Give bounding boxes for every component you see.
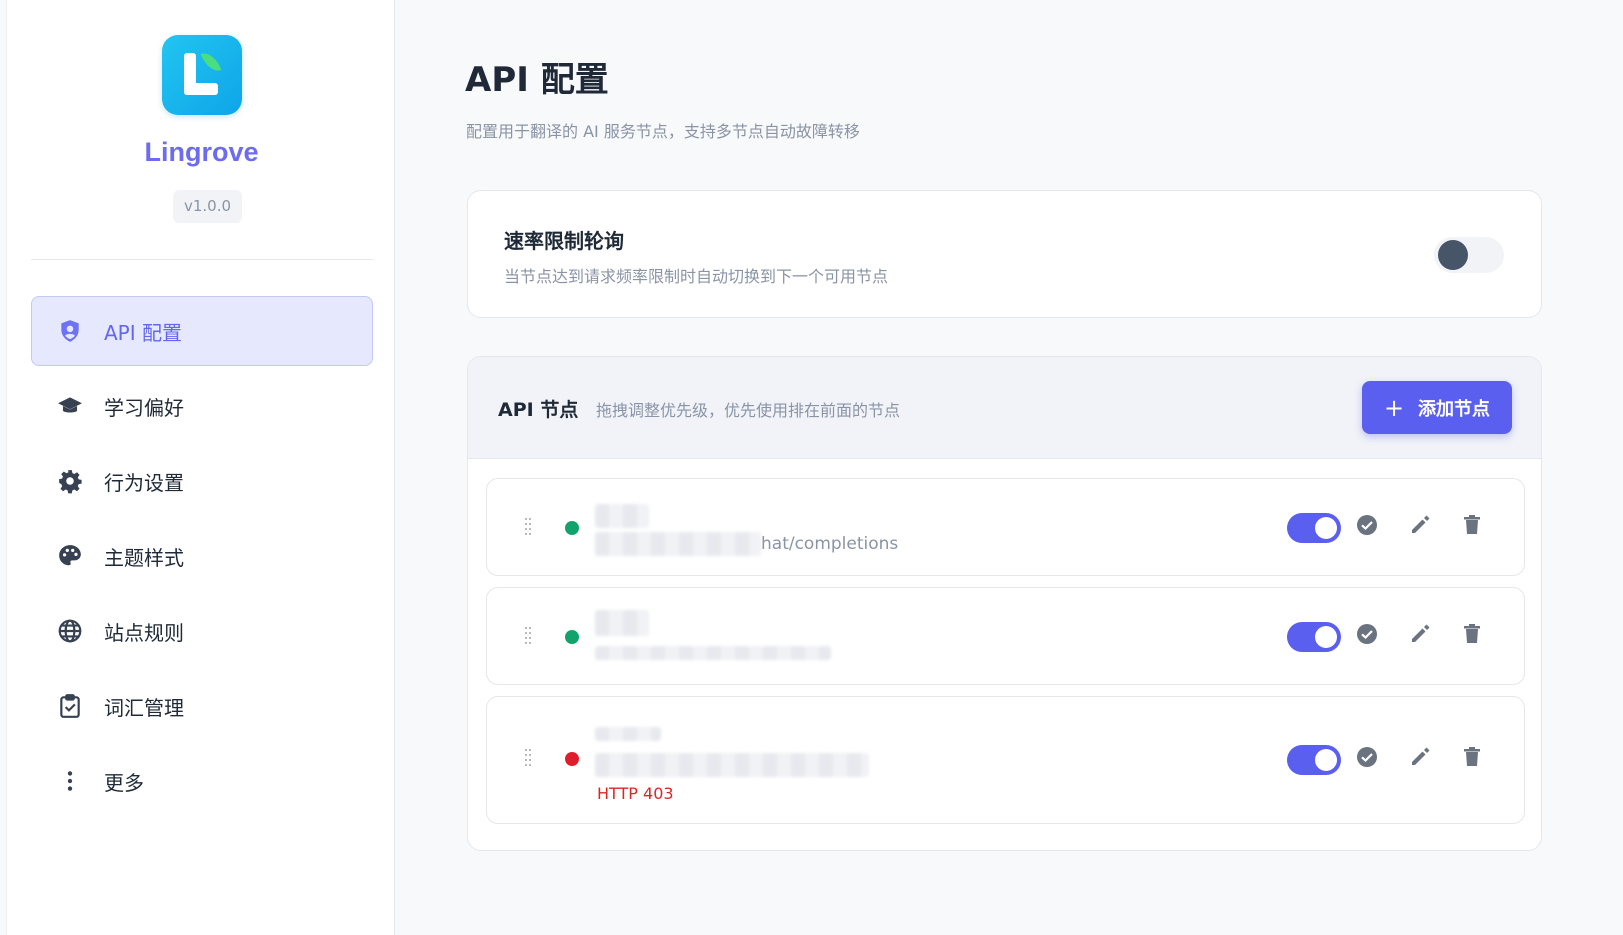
sidebar-item-theme[interactable]: 主题样式 — [31, 521, 373, 591]
api-node-item[interactable] — [486, 587, 1525, 685]
add-node-label: 添加节点 — [1418, 398, 1491, 420]
sidebar-nav: API 配置 学习偏好 行为设置 主题样式 站点规则 词汇管理 更多 — [31, 296, 373, 821]
check-circle-icon[interactable] — [1355, 745, 1379, 769]
sidebar-item-learning[interactable]: 学习偏好 — [31, 371, 373, 441]
sidebar-item-label: 词汇管理 — [104, 695, 184, 720]
edit-icon[interactable] — [1408, 622, 1432, 646]
rate-limit-description: 当节点达到请求频率限制时自动切换到下一个可用节点 — [504, 267, 889, 286]
drag-handle-icon[interactable] — [523, 625, 533, 645]
node-name-redacted — [595, 504, 649, 528]
status-dot-ok — [565, 630, 579, 644]
globe-icon — [56, 617, 84, 645]
clipboard-check-icon — [56, 692, 84, 720]
node-name-redacted — [595, 610, 649, 636]
edit-icon[interactable] — [1408, 513, 1432, 537]
api-nodes-title: API 节点 — [498, 399, 579, 421]
sidebar-item-label: API 配置 — [104, 320, 182, 345]
graduation-cap-icon — [56, 392, 84, 420]
gear-icon — [56, 467, 84, 495]
shield-user-icon — [56, 317, 84, 345]
delete-icon[interactable] — [1460, 745, 1484, 769]
plus-icon: + — [1383, 393, 1405, 422]
sidebar: Lingrove v1.0.0 API 配置 学习偏好 行为设置 主题样式 站点… — [6, 0, 395, 935]
sidebar-divider — [31, 259, 373, 260]
sidebar-item-more[interactable]: 更多 — [31, 746, 373, 816]
sidebar-item-label: 行为设置 — [104, 470, 184, 495]
api-node-item[interactable]: hat/completions — [486, 478, 1525, 576]
main-content: API 配置 配置用于翻译的 AI 服务节点，支持多节点自动故障转移 速率限制轮… — [395, 0, 1623, 935]
check-circle-icon[interactable] — [1355, 622, 1379, 646]
api-nodes-card: API 节点 拖拽调整优先级，优先使用排在前面的节点 + 添加节点 hat/co… — [467, 356, 1542, 851]
app-name: Lingrove — [144, 137, 259, 167]
sidebar-item-vocabulary[interactable]: 词汇管理 — [31, 671, 373, 741]
drag-handle-icon[interactable] — [523, 516, 533, 536]
api-nodes-hint: 拖拽调整优先级，优先使用排在前面的节点 — [596, 401, 901, 420]
page-title: API 配置 — [465, 60, 609, 100]
api-nodes-header: API 节点 拖拽调整优先级，优先使用排在前面的节点 + 添加节点 — [468, 357, 1541, 459]
node-url-redacted — [595, 532, 761, 556]
node-url-redacted — [595, 753, 869, 777]
node-enable-toggle[interactable] — [1287, 745, 1341, 775]
status-dot-ok — [565, 521, 579, 535]
drag-handle-icon[interactable] — [523, 747, 533, 767]
node-enable-toggle[interactable] — [1287, 513, 1341, 543]
sidebar-item-api-config[interactable]: API 配置 — [31, 296, 373, 366]
node-name-redacted — [595, 727, 661, 741]
sidebar-item-label: 学习偏好 — [104, 395, 184, 420]
sidebar-item-label: 主题样式 — [104, 545, 184, 570]
rate-limit-title: 速率限制轮询 — [504, 229, 624, 253]
sidebar-item-label: 更多 — [104, 770, 144, 795]
app-logo — [162, 35, 242, 115]
page-description: 配置用于翻译的 AI 服务节点，支持多节点自动故障转移 — [466, 122, 860, 141]
status-dot-error — [565, 752, 579, 766]
node-url: hat/completions — [761, 534, 899, 554]
node-enable-toggle[interactable] — [1287, 622, 1341, 652]
check-circle-icon[interactable] — [1355, 513, 1379, 537]
sidebar-item-behavior[interactable]: 行为设置 — [31, 446, 373, 516]
rate-limit-card: 速率限制轮询 当节点达到请求频率限制时自动切换到下一个可用节点 — [467, 190, 1542, 318]
sidebar-item-site-rules[interactable]: 站点规则 — [31, 596, 373, 666]
delete-icon[interactable] — [1460, 513, 1484, 537]
delete-icon[interactable] — [1460, 622, 1484, 646]
sidebar-item-label: 站点规则 — [104, 620, 184, 645]
add-node-button[interactable]: + 添加节点 — [1362, 381, 1512, 434]
node-url-redacted — [595, 646, 831, 660]
palette-icon — [56, 542, 84, 570]
api-node-item[interactable]: HTTP 403 — [486, 696, 1525, 824]
more-vertical-icon — [56, 767, 84, 795]
node-error-text: HTTP 403 — [597, 784, 674, 803]
rate-limit-toggle[interactable] — [1434, 237, 1504, 273]
edit-icon[interactable] — [1408, 745, 1432, 769]
version-badge: v1.0.0 — [173, 190, 242, 223]
